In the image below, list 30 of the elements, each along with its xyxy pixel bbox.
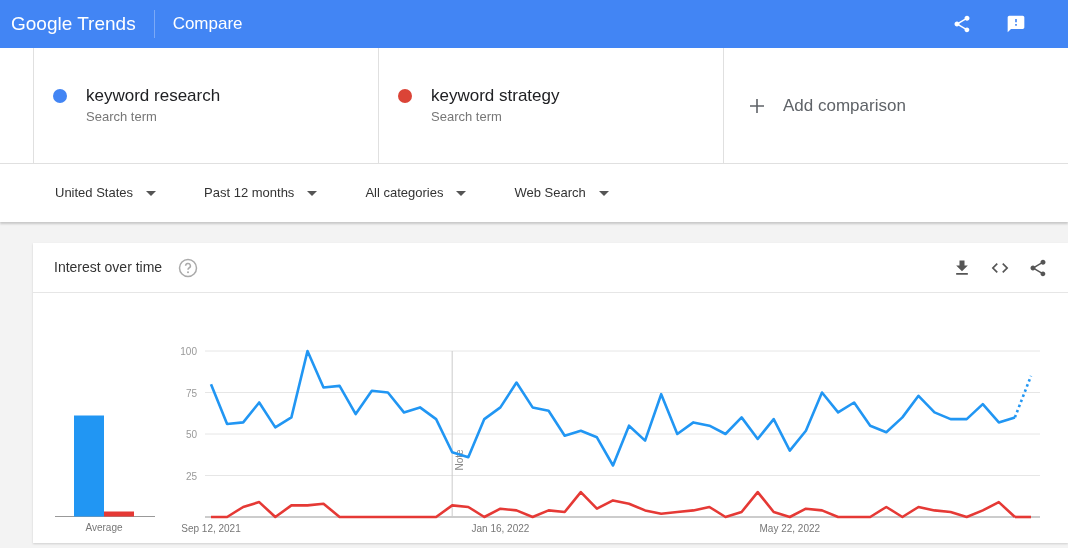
axis-label: Average — [84, 521, 124, 535]
axis-tick-label: 75 — [185, 387, 197, 399]
filter-dropdown[interactable]: Past 12 months — [204, 183, 318, 203]
add-comparison-button[interactable]: Add comparison — [783, 92, 906, 119]
annotation: Note — [454, 448, 466, 471]
term-sublabel: Search term — [431, 108, 503, 126]
caret-icon — [307, 190, 318, 196]
term-label: keyword strategy — [431, 85, 560, 107]
caret-icon — [598, 190, 609, 196]
logo[interactable]: Google Trends — [0, 10, 155, 38]
axis-tick-label: 100 — [180, 346, 197, 357]
caret-icon — [146, 190, 157, 196]
axis-tick-label: 25 — [185, 470, 197, 482]
plus-icon[interactable] — [750, 98, 764, 113]
feedback-icon — [1006, 14, 1026, 34]
share-icon — [1028, 257, 1048, 278]
page-title: Compare — [171, 13, 243, 36]
help-icon[interactable] — [178, 257, 199, 278]
filter-dropdown[interactable]: United States — [55, 183, 157, 203]
card-title: Interest over time — [54, 258, 163, 277]
axis-tick-label: Jan 16, 2022 — [471, 523, 530, 534]
share-icon — [952, 14, 972, 34]
caret-icon — [456, 190, 467, 196]
term-label: keyword research — [86, 85, 221, 107]
axis-tick-label: May 22, 2022 — [759, 523, 821, 534]
filter-dropdown[interactable]: All categories — [365, 183, 467, 203]
term-sublabel: Search term — [86, 108, 158, 126]
filter-dropdown[interactable]: Web Search — [514, 183, 609, 203]
axis-tick-label: 50 — [185, 429, 197, 440]
axis-tick-label: Sep 12, 2021 — [181, 523, 241, 534]
